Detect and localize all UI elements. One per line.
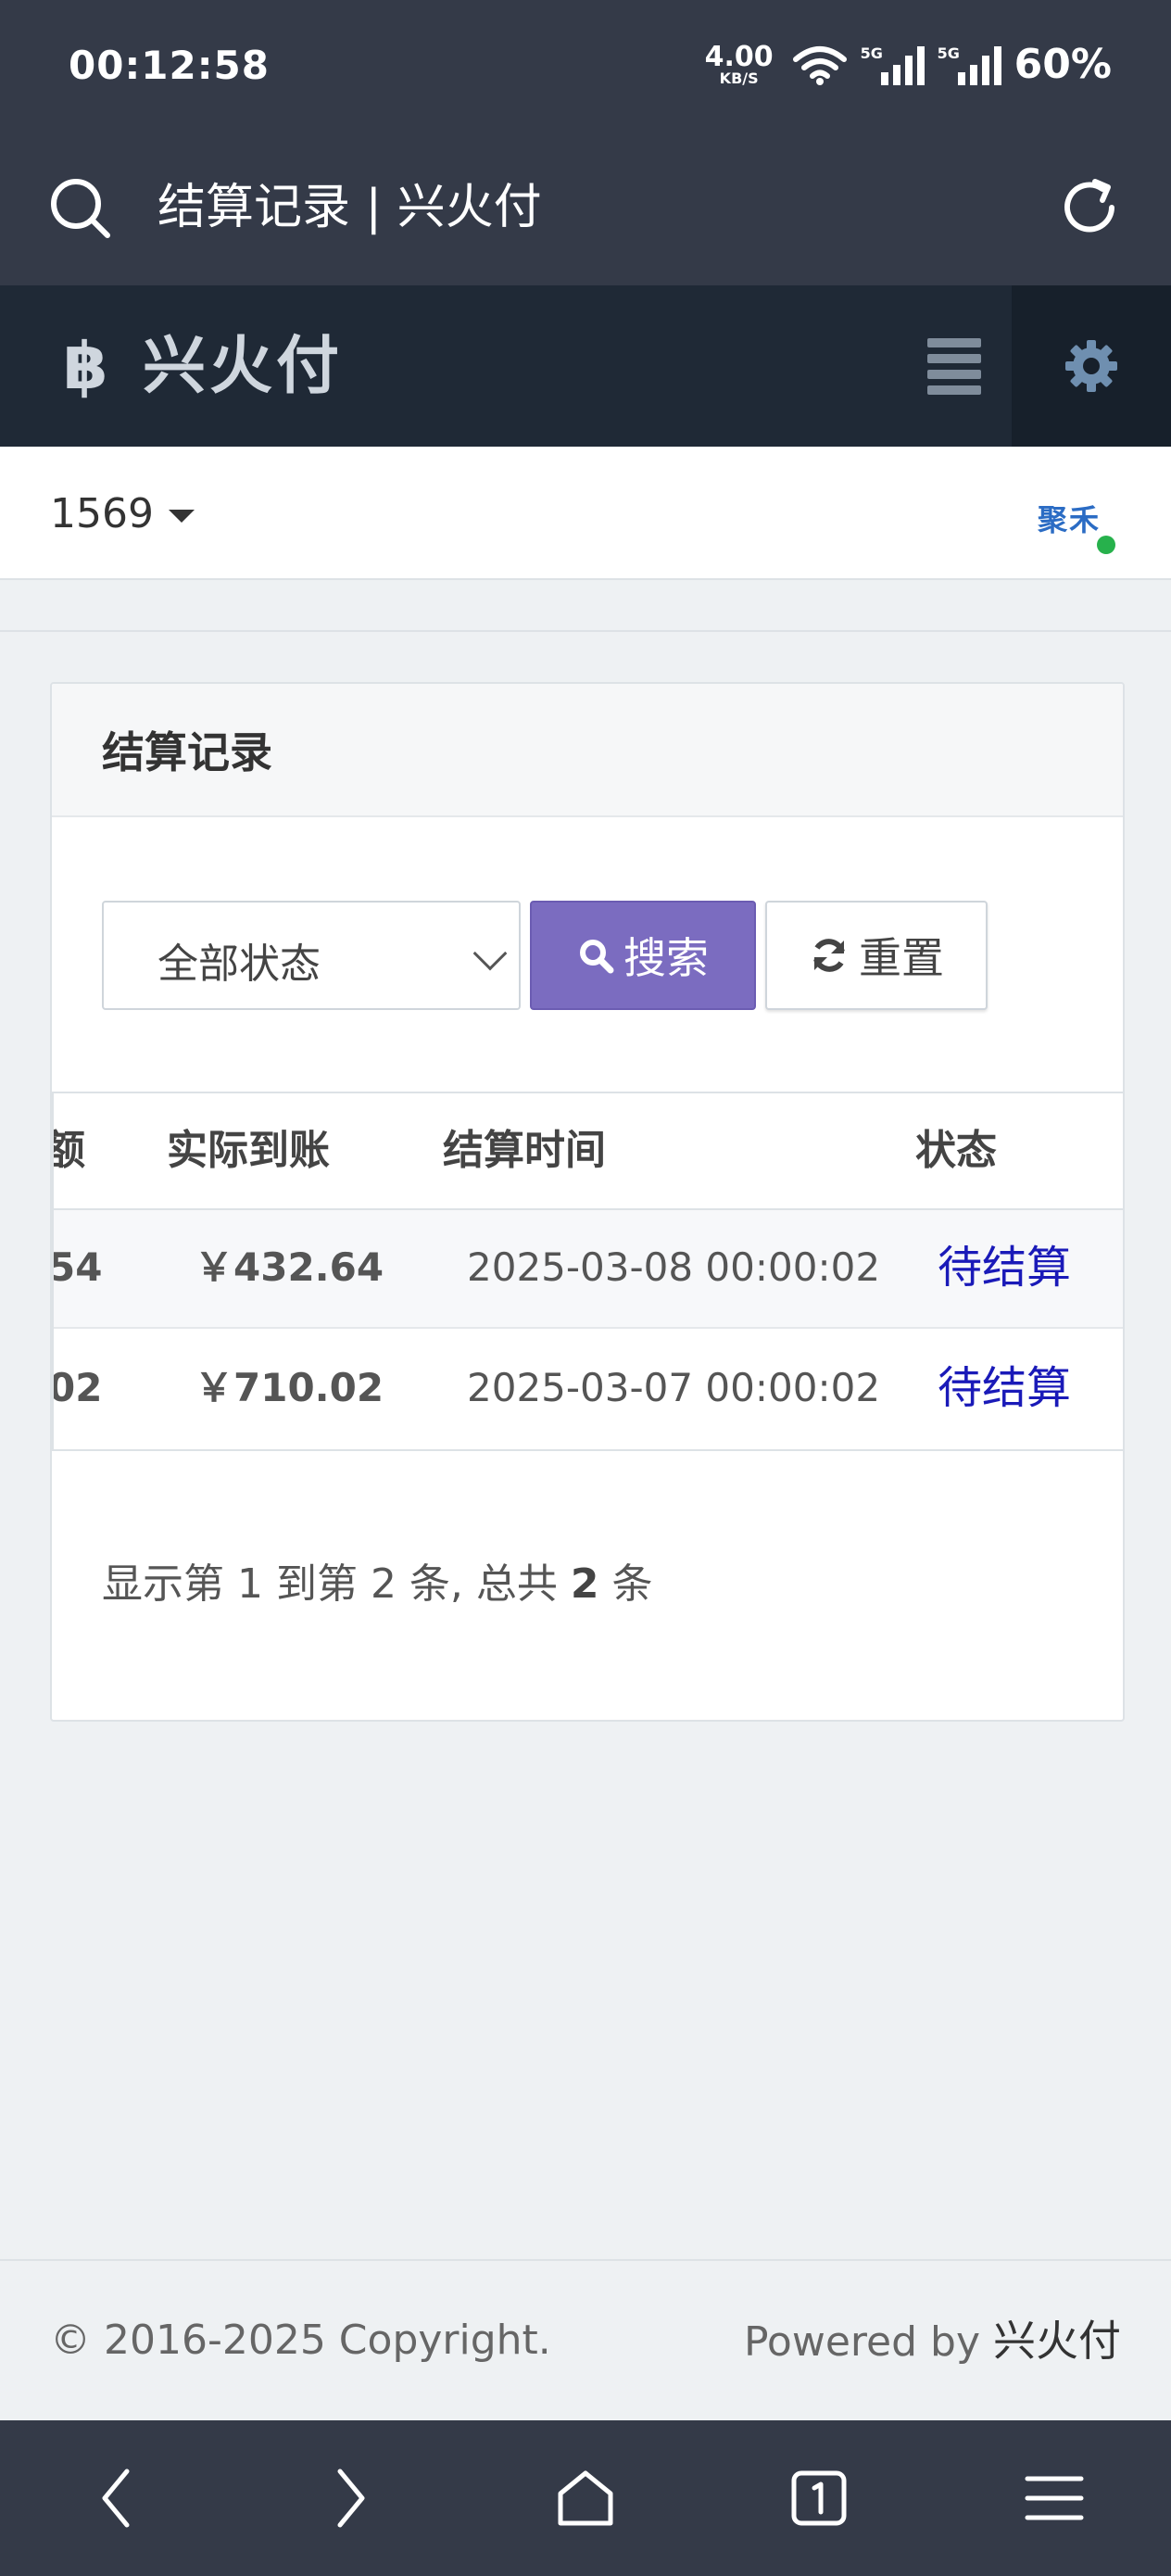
status-time: 00:12:58 (69, 43, 270, 88)
table-header: 额 实际到账 结算时间 状态 (54, 1093, 1123, 1210)
browser-menu-button[interactable] (1015, 2459, 1093, 2537)
chevron-right-icon (337, 2469, 365, 2528)
pagination-total: 2 (570, 1560, 599, 1608)
browser-bottom-nav (0, 2420, 1171, 2576)
reset-button-label: 重置 (859, 933, 944, 983)
search-button-label: 搜索 (623, 933, 709, 983)
status-bar: 00:12:58 4.00 KB/S 5G 5G 60% (0, 0, 1171, 137)
refresh-icon (813, 939, 845, 972)
page-title[interactable]: 结算记录 | 兴火付 (157, 174, 542, 241)
avatar[interactable]: 聚禾 (1038, 497, 1115, 554)
settings-button[interactable] (1012, 285, 1171, 447)
pagination-suffix: 条 (611, 1560, 653, 1608)
network-speed-value: 4.00 (704, 40, 774, 73)
app-header: ฿ 兴火付 (0, 285, 1171, 447)
home-icon (558, 2470, 613, 2526)
forward-button[interactable] (311, 2459, 389, 2537)
amount-cell: 54 (52, 1244, 103, 1290)
battery-level: 60% (1014, 41, 1112, 88)
status-icons: 4.00 KB/S 5G 5G 60% (705, 41, 1112, 88)
card-title: 结算记录 (102, 727, 272, 777)
home-button[interactable] (547, 2459, 624, 2537)
list-icon (927, 337, 981, 395)
footer-divider (0, 2259, 1171, 2261)
status-select[interactable]: 全部状态 (102, 901, 521, 1010)
wifi-icon (792, 45, 847, 85)
hamburger-icon (1025, 2476, 1084, 2520)
actual-amount-cell: ￥710.02 (195, 1365, 384, 1410)
actual-amount-cell: ￥432.64 (195, 1244, 384, 1290)
tabs-button[interactable] (780, 2459, 858, 2537)
menu-button[interactable] (899, 285, 1010, 447)
network-speed: 4.00 KB/S (704, 40, 774, 87)
settlement-table[interactable]: 额 实际到账 结算时间 状态 54 ￥432.64 2025-03-08 00:… (52, 1092, 1123, 1451)
pagination-info: 显示第 1 到第 2 条, 总共 2 条 (102, 1557, 653, 1612)
search-button[interactable]: 搜索 (530, 901, 756, 1010)
table-row: 02 ￥710.02 2025-03-07 00:00:02 待结算 (52, 1331, 1123, 1449)
card-header: 结算记录 (52, 684, 1123, 817)
signal-1-tag: 5G (860, 44, 883, 62)
merchant-bar: 1569 聚禾 (0, 447, 1171, 580)
powered-by-brand[interactable]: 兴火付 (993, 2316, 1121, 2366)
back-button[interactable] (78, 2459, 156, 2537)
chevron-left-icon (102, 2469, 130, 2528)
signal-icon-1: 5G (861, 44, 925, 85)
status-select-value: 全部状态 (157, 941, 321, 988)
tabs-icon (791, 2470, 847, 2526)
settle-time-cell: 2025-03-08 00:00:02 (467, 1244, 881, 1290)
column-header-actual: 实际到账 (167, 1127, 330, 1174)
column-header-amount: 额 (54, 1123, 85, 1179)
copyright-text: © 2016-2025 Copyright. (50, 2317, 551, 2364)
reset-button[interactable]: 重置 (765, 901, 988, 1010)
powered-by: Powered by 兴火付 (744, 2313, 1121, 2370)
online-status-dot (1097, 536, 1115, 554)
content-divider (0, 580, 1171, 632)
refresh-icon[interactable] (1056, 174, 1123, 241)
amount-cell: 02 (52, 1365, 103, 1410)
filter-toolbar: 全部状态 搜索 重置 (102, 901, 988, 1012)
chevron-down-icon (472, 936, 508, 971)
search-icon[interactable] (46, 174, 113, 241)
column-header-time: 结算时间 (443, 1127, 606, 1174)
column-header-status: 状态 (915, 1127, 997, 1174)
status-link[interactable]: 待结算 (938, 1240, 1071, 1295)
avatar-text: 聚禾 (1038, 502, 1102, 537)
settle-time-cell: 2025-03-07 00:00:02 (467, 1365, 881, 1410)
signal-2-tag: 5G (937, 44, 960, 62)
search-icon (580, 940, 614, 974)
powered-by-prefix: Powered by (743, 2318, 980, 2366)
gear-icon (1065, 340, 1117, 392)
signal-icon-2: 5G (938, 44, 1001, 85)
status-link[interactable]: 待结算 (938, 1360, 1071, 1416)
bitcoin-icon: ฿ (63, 328, 108, 404)
merchant-dropdown[interactable]: 1569 (50, 487, 195, 541)
network-speed-unit: KB/S (719, 69, 759, 87)
caret-down-icon (168, 510, 195, 523)
table-row: 54 ￥432.64 2025-03-08 00:00:02 待结算 (52, 1210, 1123, 1329)
settlement-card: 结算记录 全部状态 搜索 重置 额 实际到账 结算时 (50, 682, 1125, 1722)
merchant-id: 1569 (50, 490, 154, 537)
browser-url-bar[interactable]: 结算记录 | 兴火付 (0, 137, 1171, 285)
brand-name[interactable]: 兴火付 (143, 330, 343, 404)
pagination-prefix: 显示第 1 到第 2 条, 总共 (102, 1560, 558, 1608)
